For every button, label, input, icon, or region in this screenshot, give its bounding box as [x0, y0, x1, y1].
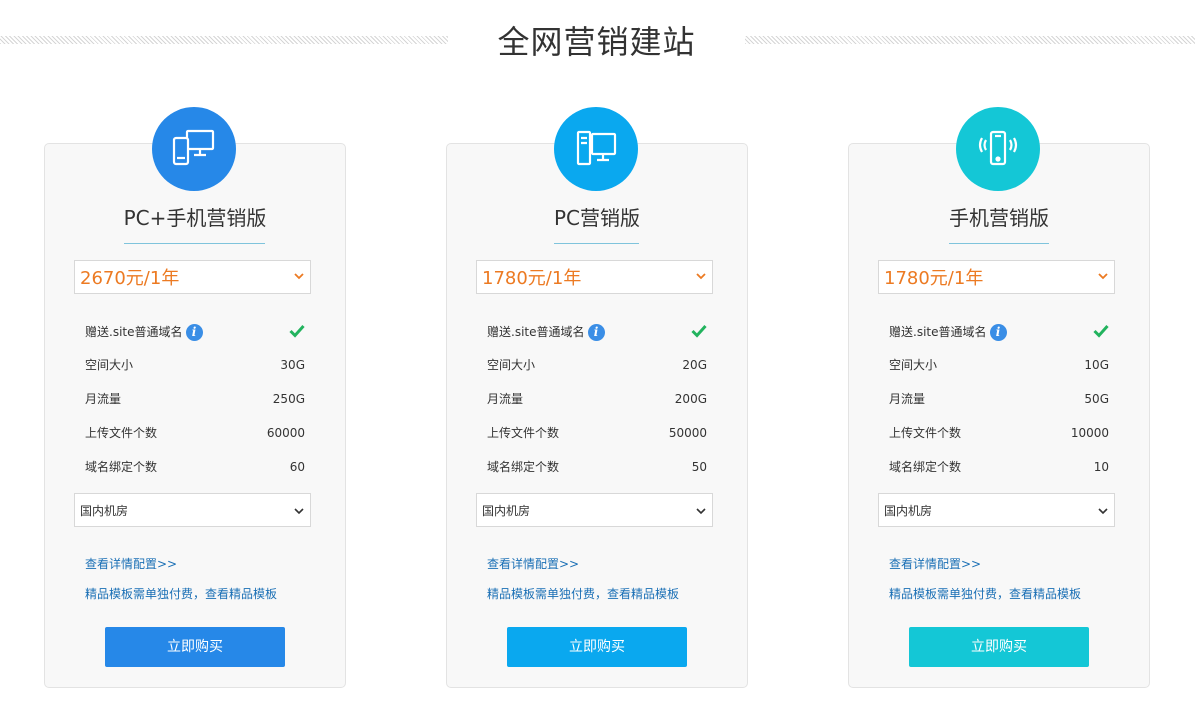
feature-label: 赠送.site普通域名	[487, 325, 585, 339]
feature-value: 50000	[668, 426, 707, 440]
price-value: 1780元/1年	[884, 268, 984, 289]
feature-row: 空间大小 10G	[889, 355, 1109, 375]
plan-card-mobile: 手机营销版 1780元/1年 赠送.site普通域名 i 空间大小 10G 月流量 5…	[848, 143, 1150, 688]
plan-name: 手机营销版	[949, 206, 1049, 230]
view-details-link[interactable]: 查看详情配置>>	[487, 555, 579, 572]
feature-label: 空间大小	[85, 358, 134, 372]
header-divider-left	[0, 36, 448, 44]
feature-row: 空间大小 30G	[85, 355, 305, 375]
feature-row-domain-gift: 赠送.site普通域名 i	[889, 322, 1109, 342]
info-icon[interactable]: i	[185, 324, 203, 341]
view-details-link[interactable]: 查看详情配置>>	[889, 555, 981, 572]
server-room-value: 国内机房	[884, 503, 933, 518]
feature-label: 上传文件个数	[487, 426, 560, 440]
plan-name-underline	[124, 243, 265, 244]
feature-value: 30G	[280, 358, 305, 372]
plan-name: PC+手机营销版	[123, 206, 267, 230]
page-header: 全网营销建站	[0, 0, 1195, 80]
feature-value: 10000	[1070, 426, 1109, 440]
premium-template-link[interactable]: 精品模板需单独付费，查看精品模板	[85, 585, 277, 602]
price-value: 1780元/1年	[482, 268, 582, 289]
server-room-select[interactable]: 国内机房	[74, 493, 311, 527]
feature-label: 域名绑定个数	[487, 460, 560, 474]
feature-label: 上传文件个数	[889, 426, 962, 440]
feature-value: 60000	[266, 426, 305, 440]
buy-now-button[interactable]: 立即购买	[909, 627, 1089, 667]
feature-label: 上传文件个数	[85, 426, 158, 440]
plan-name-underline	[554, 243, 639, 244]
feature-row: 月流量 250G	[85, 389, 305, 409]
plan-card-pc: PC营销版 1780元/1年 赠送.site普通域名 i 空间大小 20G 月流量 2…	[446, 143, 748, 688]
feature-label: 空间大小	[487, 358, 536, 372]
chevron-down-icon	[1098, 273, 1108, 280]
chevron-down-icon	[696, 273, 706, 280]
buy-now-button[interactable]: 立即购买	[105, 627, 285, 667]
price-select[interactable]: 1780元/1年	[878, 260, 1115, 294]
feature-value: 20G	[682, 358, 707, 372]
check-icon	[1093, 324, 1109, 338]
header-divider-right	[745, 36, 1195, 44]
feature-value: 200G	[674, 392, 707, 406]
plan-card-pc-mobile: PC+手机营销版 2670元/1年 赠送.site普通域名 i 空间大小 30G 月…	[44, 143, 346, 688]
feature-value: 50G	[1084, 392, 1109, 406]
feature-row-domain-gift: 赠送.site普通域名 i	[85, 322, 305, 342]
feature-label: 域名绑定个数	[889, 460, 962, 474]
desktop-pc-icon	[554, 107, 638, 191]
feature-label: 赠送.site普通域名	[889, 325, 987, 339]
feature-row: 空间大小 20G	[487, 355, 707, 375]
feature-row-domain-gift: 赠送.site普通域名 i	[487, 322, 707, 342]
feature-row: 月流量 50G	[889, 389, 1109, 409]
feature-value: 250G	[272, 392, 305, 406]
feature-label: 月流量	[889, 392, 926, 406]
server-room-value: 国内机房	[482, 503, 531, 518]
feature-label: 月流量	[487, 392, 524, 406]
info-icon[interactable]: i	[587, 324, 605, 341]
feature-value: 10	[1093, 460, 1109, 474]
chevron-down-icon	[696, 508, 706, 515]
premium-template-link[interactable]: 精品模板需单独付费，查看精品模板	[889, 585, 1081, 602]
feature-row: 上传文件个数 10000	[889, 423, 1109, 443]
feature-row: 域名绑定个数 10	[889, 457, 1109, 477]
feature-label: 域名绑定个数	[85, 460, 158, 474]
view-details-link[interactable]: 查看详情配置>>	[85, 555, 177, 572]
chevron-down-icon	[294, 273, 304, 280]
server-room-select[interactable]: 国内机房	[476, 493, 713, 527]
feature-label: 赠送.site普通域名	[85, 325, 183, 339]
mobile-phone-icon	[956, 107, 1040, 191]
feature-value: 50	[691, 460, 707, 474]
feature-label: 空间大小	[889, 358, 938, 372]
feature-row: 上传文件个数 60000	[85, 423, 305, 443]
feature-row: 域名绑定个数 60	[85, 457, 305, 477]
price-select[interactable]: 2670元/1年	[74, 260, 311, 294]
feature-row: 上传文件个数 50000	[487, 423, 707, 443]
page-title: 全网营销建站	[497, 23, 696, 61]
pc-and-mobile-icon	[152, 107, 236, 191]
check-icon	[289, 324, 305, 338]
chevron-down-icon	[1098, 508, 1108, 515]
premium-template-link[interactable]: 精品模板需单独付费，查看精品模板	[487, 585, 679, 602]
check-icon	[691, 324, 707, 338]
server-room-value: 国内机房	[80, 503, 129, 518]
buy-now-button[interactable]: 立即购买	[507, 627, 687, 667]
price-value: 2670元/1年	[80, 268, 180, 289]
plan-name-underline	[949, 243, 1049, 244]
server-room-select[interactable]: 国内机房	[878, 493, 1115, 527]
feature-value: 10G	[1084, 358, 1109, 372]
plan-name: PC营销版	[553, 206, 641, 230]
price-select[interactable]: 1780元/1年	[476, 260, 713, 294]
feature-row: 月流量 200G	[487, 389, 707, 409]
feature-row: 域名绑定个数 50	[487, 457, 707, 477]
feature-label: 月流量	[85, 392, 122, 406]
chevron-down-icon	[294, 508, 304, 515]
info-icon[interactable]: i	[989, 324, 1007, 341]
feature-value: 60	[289, 460, 305, 474]
